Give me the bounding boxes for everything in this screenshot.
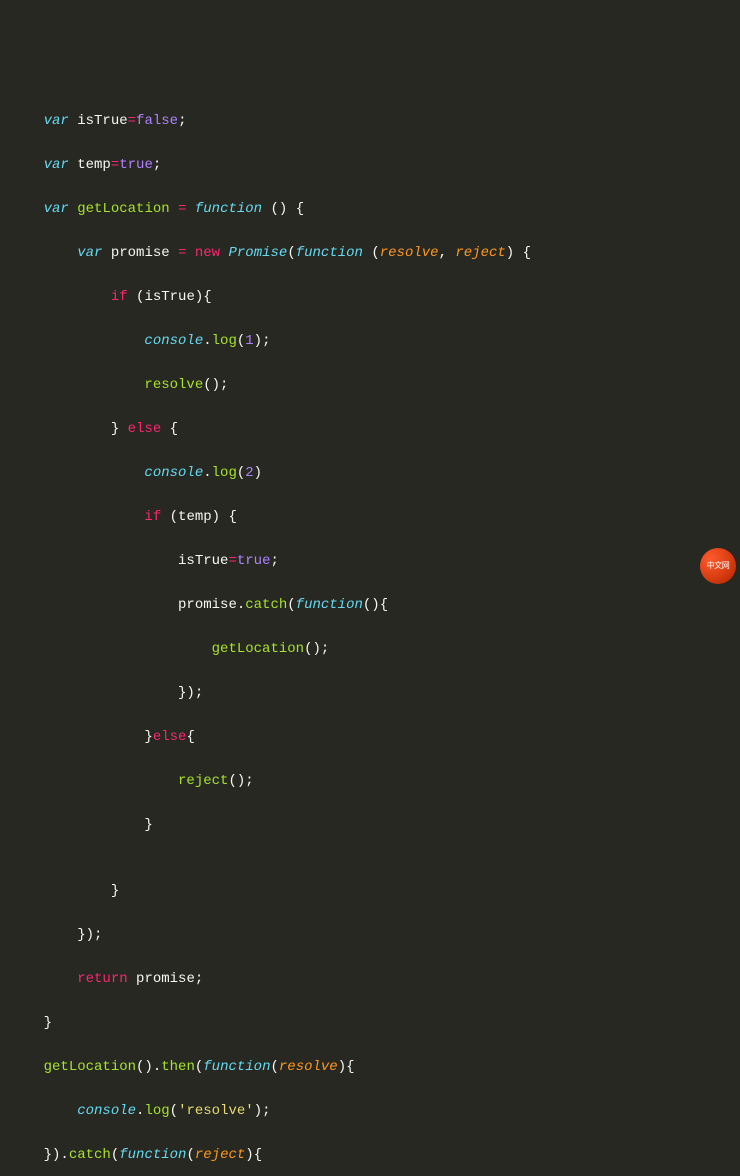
code-line: resolve(); bbox=[10, 374, 730, 396]
code-line: console.log('resolve'); bbox=[10, 1100, 730, 1122]
code-line: if (isTrue){ bbox=[10, 286, 730, 308]
code-line: var promise = new Promise(function (reso… bbox=[10, 242, 730, 264]
code-line: }else{ bbox=[10, 726, 730, 748]
code-line: reject(); bbox=[10, 770, 730, 792]
code-line: } bbox=[10, 814, 730, 836]
code-line: } else { bbox=[10, 418, 730, 440]
code-line: if (temp) { bbox=[10, 506, 730, 528]
code-line: console.log(1); bbox=[10, 330, 730, 352]
watermark-logo: 中文网 bbox=[700, 548, 736, 584]
code-line: var isTrue=false; bbox=[10, 110, 730, 132]
code-line: getLocation().then(function(resolve){ bbox=[10, 1056, 730, 1078]
code-line: } bbox=[10, 880, 730, 902]
code-line: promise.catch(function(){ bbox=[10, 594, 730, 616]
code-line: console.log(2) bbox=[10, 462, 730, 484]
code-line: var getLocation = function () { bbox=[10, 198, 730, 220]
code-editor[interactable]: var isTrue=false; var temp=true; var get… bbox=[10, 88, 730, 1176]
code-line: }); bbox=[10, 682, 730, 704]
code-line: } bbox=[10, 1012, 730, 1034]
code-line: }).catch(function(reject){ bbox=[10, 1144, 730, 1166]
code-line: }); bbox=[10, 924, 730, 946]
code-line: getLocation(); bbox=[10, 638, 730, 660]
code-line: var temp=true; bbox=[10, 154, 730, 176]
code-line: return promise; bbox=[10, 968, 730, 990]
code-line: isTrue=true; bbox=[10, 550, 730, 572]
